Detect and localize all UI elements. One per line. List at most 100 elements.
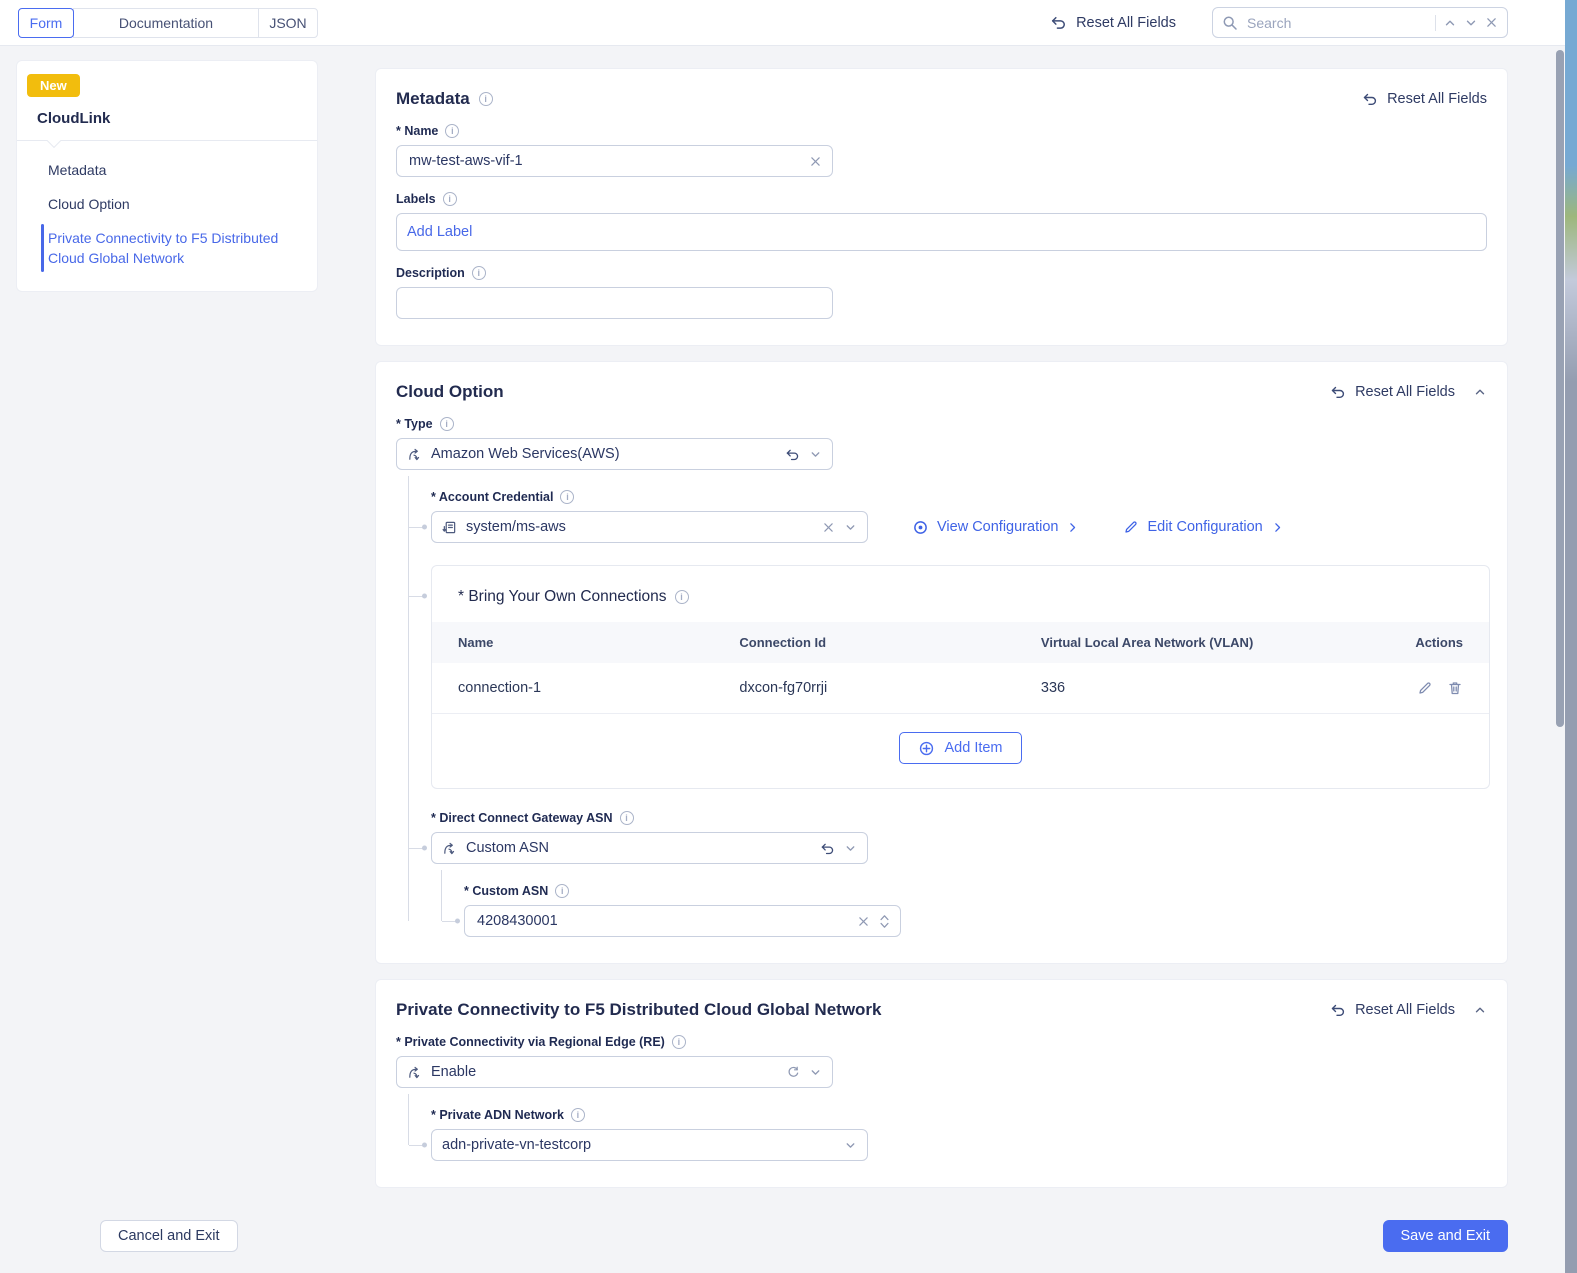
info-icon[interactable] [555, 884, 570, 898]
dcg-asn-value: Custom ASN [466, 840, 549, 856]
chevron-right-icon [1066, 521, 1079, 534]
chevron-down-icon[interactable] [844, 842, 857, 855]
byoc-table-row: connection-1 dxcon-fg70rrji 336 [432, 663, 1489, 714]
search-close-icon[interactable] [1485, 16, 1498, 29]
account-credential-select[interactable]: system/ms-aws [409, 511, 868, 543]
collapse-section-icon[interactable] [1473, 385, 1487, 399]
undo-icon [1330, 384, 1346, 400]
column-connection-id: Connection Id [739, 635, 827, 650]
delete-row-icon[interactable] [1447, 680, 1463, 696]
main-content: Metadata Reset All Fields * Name [375, 68, 1508, 1203]
save-and-exit-button[interactable]: Save and Exit [1382, 1220, 1508, 1252]
tab-json[interactable]: JSON [258, 7, 318, 38]
metadata-reset-button[interactable]: Reset All Fields [1362, 91, 1487, 107]
info-icon[interactable] [674, 590, 689, 604]
info-icon[interactable] [445, 124, 460, 138]
column-name: Name [458, 635, 494, 650]
reset-all-fields-button[interactable]: Reset All Fields [1050, 14, 1176, 31]
search-divider [1435, 14, 1436, 31]
type-label: * Type [396, 417, 433, 431]
search-box [1212, 7, 1508, 38]
view-icon [912, 519, 929, 536]
cloud-option-card: Cloud Option Reset All Fields * Type i A… [375, 361, 1508, 964]
custom-asn-group: * Custom ASN [441, 870, 1487, 937]
tree-line [441, 870, 442, 921]
row-name: connection-1 [458, 680, 542, 696]
info-icon[interactable] [478, 92, 493, 106]
tab-documentation[interactable]: Documentation [73, 7, 259, 38]
byoc-title: * Bring Your Own Connections [458, 588, 667, 605]
private-connectivity-reset-button[interactable]: Reset All Fields [1330, 1002, 1455, 1018]
one-of-branch-icon [442, 841, 457, 856]
reset-all-fields-label: Reset All Fields [1076, 14, 1176, 31]
undo-icon [1050, 14, 1067, 31]
dcg-asn-label: * Direct Connect Gateway ASN [431, 811, 613, 825]
info-icon[interactable] [560, 490, 575, 504]
tree-line [408, 476, 409, 921]
info-icon[interactable] [619, 811, 634, 825]
labels-field[interactable]: Add Label [396, 213, 1487, 251]
clear-field-icon[interactable] [822, 521, 835, 534]
edit-configuration-link[interactable]: Edit Configuration [1123, 519, 1283, 535]
add-item-button[interactable]: Add Item [899, 732, 1022, 764]
info-icon[interactable] [671, 1035, 686, 1049]
account-credential-label: * Account Credential [431, 490, 554, 504]
re-children-group: * Private ADN Network adn-private-vn-tes… [408, 1094, 1487, 1161]
adn-label: * Private ADN Network [431, 1108, 564, 1122]
view-configuration-link[interactable]: View Configuration [912, 519, 1079, 536]
dcg-asn-select[interactable]: Custom ASN [409, 832, 868, 864]
clear-field-icon[interactable] [857, 915, 870, 928]
number-stepper[interactable] [879, 914, 890, 929]
chevron-down-icon[interactable] [809, 1066, 822, 1079]
refresh-icon[interactable] [786, 1065, 800, 1079]
info-icon[interactable] [471, 266, 486, 280]
sidebar-item-cloud-option[interactable]: Cloud Option [17, 187, 317, 221]
undo-icon [1330, 1002, 1346, 1018]
reference-object-icon [442, 520, 457, 535]
search-input[interactable] [1245, 13, 1428, 32]
account-credential-block: * Account Credential system/ms-aws [409, 490, 1487, 543]
cancel-and-exit-button[interactable]: Cancel and Exit [100, 1220, 238, 1252]
dcg-asn-block: * Direct Connect Gateway ASN Custom ASN [409, 811, 1487, 937]
chevron-down-icon[interactable] [844, 521, 857, 534]
type-children-group: * Account Credential system/ms-aws [408, 476, 1490, 937]
info-icon[interactable] [442, 192, 457, 206]
custom-asn-input[interactable] [475, 912, 848, 930]
custom-asn-field [442, 905, 901, 937]
background-page-edge [1565, 0, 1577, 1273]
search-icon [1222, 15, 1238, 31]
info-icon[interactable] [439, 417, 454, 431]
chevron-down-icon[interactable] [809, 448, 822, 461]
edit-row-icon[interactable] [1417, 680, 1433, 696]
tab-form[interactable]: Form [18, 7, 74, 38]
one-of-branch-icon [407, 447, 422, 462]
sidebar-item-metadata[interactable]: Metadata [17, 153, 317, 187]
name-label: * Name [396, 124, 439, 138]
one-of-branch-icon [407, 1065, 422, 1080]
view-tabs: Form Documentation JSON [18, 7, 318, 38]
sidebar: New CloudLink Metadata Cloud Option Priv… [16, 60, 318, 292]
type-select[interactable]: Amazon Web Services(AWS) [396, 438, 833, 470]
reset-field-icon[interactable] [785, 447, 800, 462]
add-label-placeholder[interactable]: Add Label [407, 224, 472, 240]
collapse-section-icon[interactable] [1473, 1003, 1487, 1017]
sidebar-notch [46, 133, 62, 149]
chevron-right-icon [1271, 521, 1284, 534]
panel-scrollbar[interactable] [1556, 50, 1564, 727]
new-badge: New [27, 74, 80, 97]
cloud-option-reset-button[interactable]: Reset All Fields [1330, 384, 1455, 400]
column-actions: Actions [1415, 635, 1463, 650]
search-prev-icon[interactable] [1443, 16, 1457, 30]
adn-select[interactable]: adn-private-vn-testcorp [409, 1129, 868, 1161]
clear-name-icon[interactable] [809, 155, 822, 168]
re-select[interactable]: Enable [396, 1056, 833, 1088]
search-next-icon[interactable] [1464, 16, 1478, 30]
name-input[interactable] [407, 152, 800, 170]
row-connection-id: dxcon-fg70rrji [739, 680, 828, 696]
reset-field-icon[interactable] [820, 841, 835, 856]
chevron-down-icon[interactable] [844, 1139, 857, 1152]
byoc-table-header: Name Connection Id Virtual Local Area Ne… [432, 622, 1489, 663]
sidebar-item-private-connectivity[interactable]: Private Connectivity to F5 Distributed C… [17, 221, 307, 275]
description-input[interactable] [407, 294, 822, 312]
info-icon[interactable] [570, 1108, 585, 1122]
